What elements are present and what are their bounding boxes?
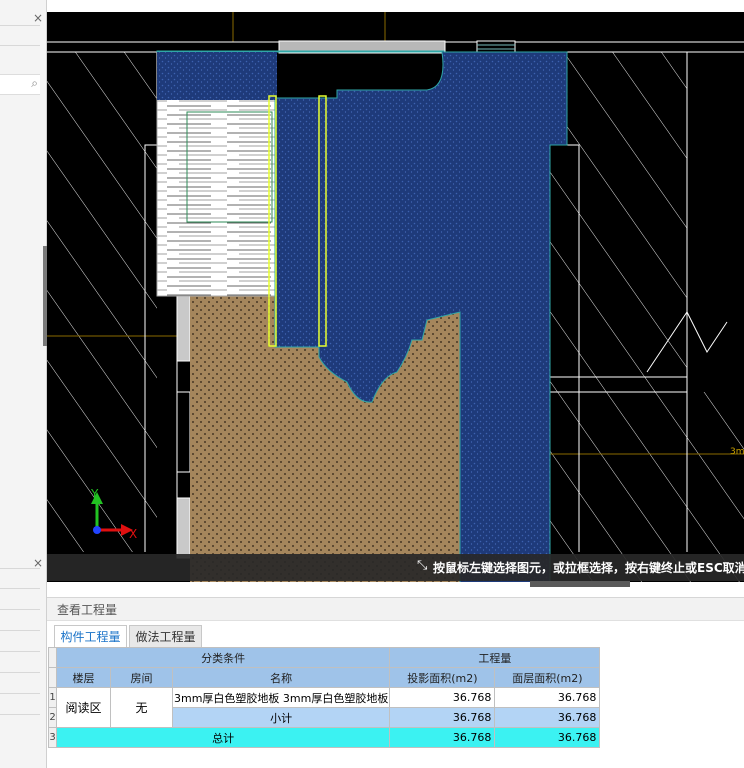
close-icon[interactable]: × — [33, 12, 43, 24]
dimension-label: 3mm — [730, 447, 744, 457]
search-input[interactable]: ⌕ — [0, 74, 40, 95]
cell-floor: 阅读区 — [56, 687, 111, 728]
cell-proj-area: 36.768 — [389, 707, 496, 728]
tab-method-quantity[interactable]: 做法工程量 — [129, 625, 202, 648]
wall-segment — [176, 295, 191, 362]
y-axis-label: Y — [90, 487, 99, 501]
panel-resize-handle[interactable] — [530, 581, 630, 587]
cell-proj-area: 36.768 — [389, 687, 496, 708]
table-row-total[interactable]: 3 总计 36.768 36.768 — [48, 727, 601, 748]
column-header-floor: 楼层 — [56, 667, 111, 688]
tab-component-quantity[interactable]: 构件工程量 — [54, 625, 127, 648]
floor-region-wood[interactable] — [156, 97, 276, 297]
column-header-room: 房间 — [110, 667, 173, 688]
status-hint-bar: ⤡ 按鼠标左键选择图元，或拉框选择，按右键终止或ESC取消 — [47, 554, 744, 581]
hatched-area-right — [547, 52, 687, 392]
floor-plan-drawing: 3mm Y X — [47, 12, 744, 582]
cell-proj-area: 36.768 — [389, 727, 496, 748]
table-row[interactable]: 1 阅读区 无 3mm厚白色塑胶地板 3mm厚白色塑胶地板 36.768 36.… — [48, 687, 601, 728]
hatched-area-left — [47, 52, 157, 552]
status-hint-text: 按鼠标左键选择图元，或拉框选择，按右键终止或ESC取消 — [433, 561, 744, 575]
group-header-quantity: 工程量 — [389, 647, 601, 668]
group-header-classify: 分类条件 — [55, 647, 391, 668]
column-header-proj-area: 投影面积(m2) — [389, 667, 496, 688]
quantity-table: 分类条件 工程量 楼层 房间 名称 投影面积(m2) 面层面积(m2) 1 阅读… — [48, 647, 601, 748]
x-axis-label: X — [129, 527, 137, 541]
cell-surface-area: 36.768 — [494, 707, 601, 728]
search-icon[interactable]: ⌕ — [31, 76, 38, 91]
left-side-panel: × ⌕ × — [0, 0, 47, 768]
cell-room: 无 — [110, 687, 173, 728]
quantity-panel-header: 查看工程量 — [47, 597, 744, 621]
cursor-icon: ⤡ — [417, 558, 428, 573]
cell-subtotal-label: 小计 — [171, 707, 391, 728]
cell-total-label: 总计 — [55, 727, 391, 748]
cell-surface-area: 36.768 — [494, 687, 601, 708]
drawing-canvas[interactable]: 3mm Y X — [47, 12, 744, 582]
column-header-name: 名称 — [171, 667, 391, 688]
wall-segment — [176, 497, 191, 559]
cell-name: 3mm厚白色塑胶地板 3mm厚白色塑胶地板 — [171, 687, 391, 708]
column-header-surface-area: 面层面积(m2) — [494, 667, 601, 688]
panel-title: 查看工程量 — [57, 603, 118, 617]
cell-surface-area: 36.768 — [494, 727, 601, 748]
